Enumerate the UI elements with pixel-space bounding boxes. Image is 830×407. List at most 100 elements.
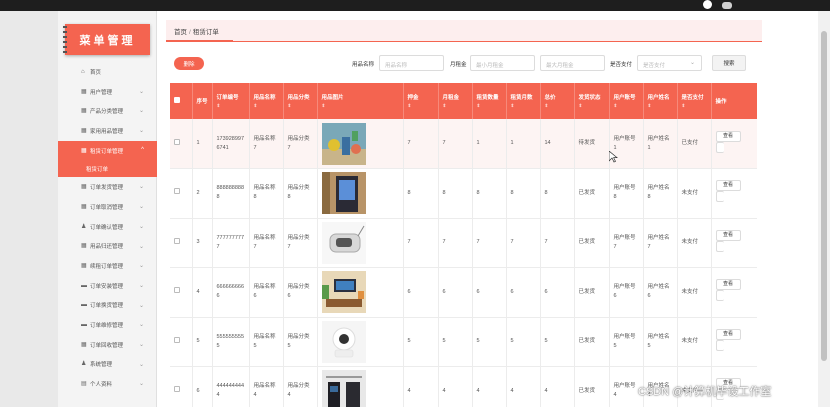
sidebar-item-confirm[interactable]: ♟ 订单确认管理 ⌄ — [58, 217, 157, 237]
product-image[interactable] — [321, 320, 366, 363]
product-image[interactable] — [321, 221, 366, 264]
view-button[interactable]: 查看 — [715, 130, 741, 142]
rent-max-input[interactable]: 最大月租金 — [540, 55, 605, 71]
product-image[interactable] — [321, 271, 366, 314]
sort-icon[interactable]: ⇕ — [254, 103, 279, 109]
sidebar-item-category[interactable]: ▦ 产品分类管理 ⌄ — [58, 101, 157, 121]
product-image[interactable] — [321, 172, 366, 215]
column-header[interactable]: 租赁数量 ⇕ — [472, 83, 507, 119]
table-row[interactable]: 4 6666666666 用品名称6 用品分类6 6 6 6 6 6 已发货 用户账号6 用户姓名6 未… — [170, 267, 757, 318]
more-action-button[interactable] — [715, 191, 724, 203]
scrollbar-thumb[interactable] — [821, 31, 827, 361]
column-header[interactable]: 租赁月数 ⇕ — [506, 83, 541, 119]
table-row[interactable]: 1 1739289976741 用品名称7 用品分类7 7 7 1 1 14 待发货 用户账号1 用户… — [170, 119, 757, 169]
sidebar-item-return[interactable]: ▦ 用品归还管理 ⌄ — [58, 237, 157, 257]
sort-icon[interactable]: ⇕ — [648, 103, 673, 109]
view-button[interactable]: 查看 — [715, 328, 741, 340]
select-all-checkbox[interactable] — [174, 97, 180, 103]
row-checkbox[interactable] — [174, 336, 180, 343]
breadcrumb-home[interactable]: 首页 — [174, 29, 187, 36]
cell-order: 6666666666 — [212, 267, 250, 318]
column-header[interactable]: 用品图片 ⇕ — [317, 83, 404, 119]
sidebar-item-users[interactable]: ▦ 用户管理 ⌄ — [58, 82, 157, 102]
page-scrollbar[interactable] — [818, 11, 830, 407]
row-checkbox[interactable] — [174, 386, 180, 393]
sidebar-item-label: 续租订单管理 — [90, 264, 124, 271]
row-checkbox-cell — [170, 317, 193, 367]
delete-button[interactable]: 删除 — [174, 57, 204, 70]
more-action-button[interactable] — [715, 290, 724, 302]
more-action-button[interactable] — [715, 339, 724, 351]
sidebar-item-order[interactable]: ▦ 租赁订单管理 ^ — [58, 140, 157, 161]
sidebar-item-ship[interactable]: ▦ 订单发货管理 ⌄ — [58, 177, 157, 197]
column-header[interactable]: 用品名称 ⇕ — [249, 83, 284, 119]
cell-months: 4 — [506, 366, 541, 407]
row-checkbox[interactable] — [174, 237, 180, 244]
column-header[interactable]: 用户姓名 ⇕ — [643, 83, 678, 119]
sidebar-item-label: 订单发货管理 — [90, 185, 124, 192]
view-button[interactable]: 查看 — [715, 180, 741, 192]
table-row[interactable]: 5 5555555555 用品名称5 用品分类5 5 5 5 5 5 已发货 用户账号5 用户姓名5 未… — [170, 317, 757, 367]
view-button[interactable]: 查看 — [715, 229, 741, 241]
column-header[interactable]: 用品分类 ⇕ — [283, 83, 318, 119]
search-button[interactable]: 搜索 — [712, 55, 746, 71]
column-header: 序号 — [192, 83, 213, 119]
column-header[interactable]: 总价 ⇕ — [540, 83, 575, 119]
view-button[interactable]: 查看 — [715, 279, 741, 291]
row-checkbox[interactable] — [174, 188, 180, 195]
sidebar-item-recycle[interactable]: ▦ 订单回收管理 ⌄ — [58, 335, 157, 355]
sort-icon[interactable]: ⇕ — [322, 103, 399, 109]
cell-qty: 8 — [472, 168, 507, 219]
cell-ship: 已发货 — [574, 317, 610, 367]
sort-icon[interactable]: ⇕ — [682, 103, 707, 109]
rent-min-input[interactable]: 最小月租金 — [470, 55, 535, 71]
sidebar-subitem-rental-orders[interactable]: 租赁订单 — [58, 160, 157, 178]
cell-deposit: 7 — [403, 119, 439, 169]
header-checkbox-cell — [170, 83, 193, 119]
sidebar-item-profile[interactable]: ▤ 个人资料 ⌄ — [58, 374, 157, 394]
column-header[interactable]: 发货状态 ⇕ — [574, 83, 610, 119]
cell-rent: 7 — [438, 218, 473, 268]
sort-icon[interactable]: ⇕ — [443, 103, 468, 109]
sidebar-item-goods[interactable]: ▦ 家用用品管理 ⌄ — [58, 121, 157, 141]
column-header[interactable]: 订单编号 ⇕ — [212, 83, 250, 119]
table-row[interactable]: 2 8888888888 用品名称8 用品分类8 8 8 8 8 8 已发货 用户账号8 用户姓名8 未… — [170, 168, 757, 219]
paid-select[interactable]: 是否支付 ⌄ — [637, 55, 702, 71]
more-action-button[interactable] — [715, 240, 724, 252]
sidebar-item-system[interactable]: ♟ 系统管理 ⌄ — [58, 355, 157, 375]
more-action-button[interactable] — [715, 141, 724, 153]
sort-icon[interactable]: ⇕ — [545, 103, 570, 109]
watermark: CSDN @计算机毕设工作室 — [638, 386, 772, 398]
product-image[interactable] — [321, 370, 366, 407]
table-row[interactable]: 3 7777777777 用品名称7 用品分类7 7 7 7 7 7 已发货 用户账号7 用户姓名7 未… — [170, 218, 757, 268]
window-control-icon[interactable] — [722, 2, 732, 9]
sort-icon[interactable]: ⇕ — [477, 103, 502, 109]
sidebar-item-home[interactable]: ⌂ 首页 — [58, 62, 157, 82]
row-checkbox[interactable] — [174, 138, 180, 145]
product-image[interactable] — [321, 122, 366, 165]
column-header-label: 用品名称 — [253, 95, 276, 101]
sidebar-item-install[interactable]: ▬ 订单安装管理 ⌄ — [58, 276, 157, 296]
sidebar-item-cancel[interactable]: ▦ 订单取消管理 ⌄ — [58, 197, 157, 217]
cell-rent: 8 — [438, 168, 473, 219]
column-header[interactable]: 是否支付 ⇕ — [677, 83, 712, 119]
cell-account: 用户账号8 — [609, 168, 644, 219]
sort-icon[interactable]: ⇕ — [614, 103, 639, 109]
column-header[interactable]: 押金 ⇕ — [403, 83, 439, 119]
column-header[interactable]: 用户账号 ⇕ — [609, 83, 644, 119]
row-checkbox[interactable] — [174, 287, 180, 294]
column-header[interactable]: 月租金 ⇕ — [438, 83, 473, 119]
sort-icon[interactable]: ⇕ — [288, 103, 313, 109]
sort-icon[interactable]: ⇕ — [217, 103, 245, 109]
window-control-icon[interactable] — [703, 0, 712, 9]
sidebar-item-renew[interactable]: ▦ 续租订单管理 ⌄ — [58, 256, 157, 276]
sidebar-item-exchange[interactable]: ▬ 订单换货管理 ⌄ — [58, 296, 157, 316]
sidebar-item-label: 租赁订单管理 — [90, 148, 124, 155]
window-top-bar — [0, 0, 830, 11]
name-search-input[interactable]: 用品名称 — [379, 55, 444, 71]
cell-img — [317, 267, 404, 318]
sort-icon[interactable]: ⇕ — [579, 103, 605, 109]
sidebar-item-repair[interactable]: ▬ 订单维修管理 ⌄ — [58, 315, 157, 335]
sort-icon[interactable]: ⇕ — [408, 103, 434, 109]
sort-icon[interactable]: ⇕ — [511, 103, 536, 109]
